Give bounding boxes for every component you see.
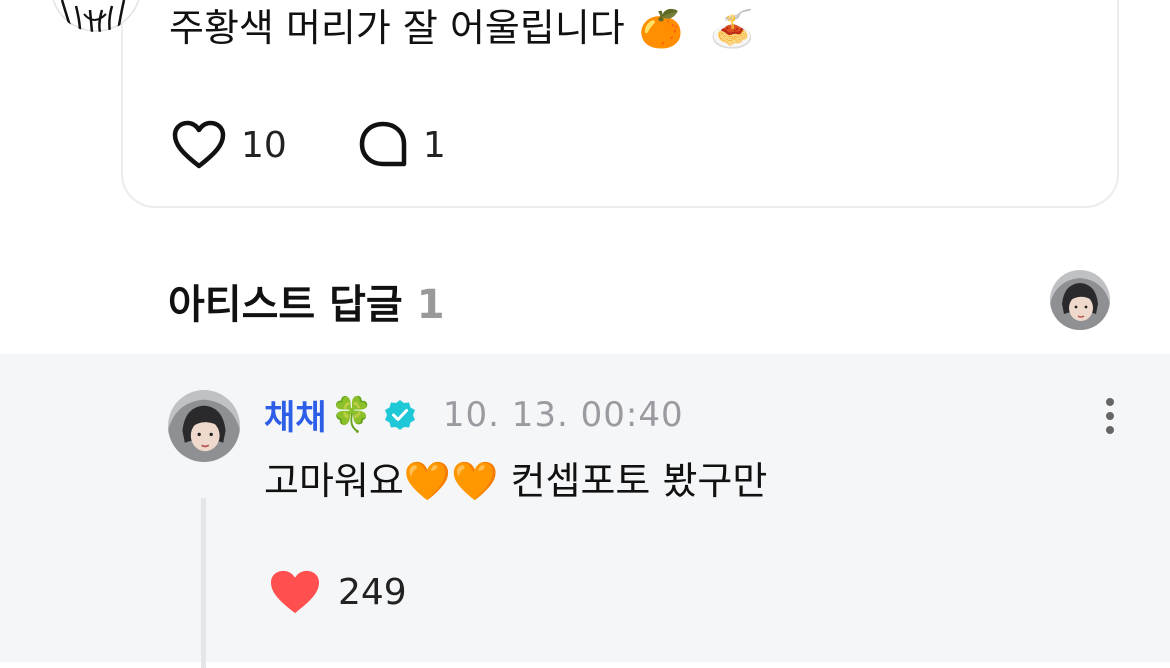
artist-avatar-small[interactable] (1050, 270, 1110, 330)
spaghetti-emoji: 🍝 (709, 9, 755, 50)
heart-filled-icon[interactable] (268, 568, 322, 616)
more-vertical-icon[interactable] (1100, 396, 1120, 436)
post-text-body: 주황색 머리가 잘 어울립니다 (169, 6, 625, 50)
post-like-count: 10 (241, 124, 287, 166)
reply-timestamp: 10. 13. 00:40 (442, 394, 684, 435)
post-actions: 10 1 (171, 120, 446, 170)
artist-reply-container: 채채 🍀 10. 13. 00:40 고마워요🧡🧡 컨셉포토 봤구만 249 (0, 354, 1170, 668)
reply-like-count: 249 (338, 571, 407, 613)
artist-replies-header: 아티스트 답글 1 (168, 272, 445, 330)
verified-badge-icon (384, 399, 415, 430)
post-comment-count: 1 (422, 124, 446, 166)
orange-emoji: 🍊 (638, 9, 684, 50)
post-card: 주황색 머리가 잘 어울립니다 🍊 🍝 10 1 (121, 0, 1119, 208)
heart-outline-icon (172, 120, 226, 169)
reply-meta: 채채 🍀 10. 13. 00:40 (264, 390, 684, 439)
post-like-button[interactable]: 10 (171, 120, 287, 170)
post-comment-button[interactable]: 1 (357, 120, 446, 170)
artist-replies-title: 아티스트 답글 (168, 282, 403, 328)
reply-actions: 249 (268, 568, 407, 616)
comment-bubble-icon (359, 121, 407, 167)
reply-author-avatar[interactable] (168, 390, 240, 462)
post-text: 주황색 머리가 잘 어울립니다 🍊 🍝 (169, 2, 754, 56)
thread-line (201, 498, 206, 668)
reply-text: 고마워요🧡🧡 컨셉포토 봤구만 (264, 459, 768, 503)
reply-author-name[interactable]: 채채 (264, 390, 327, 439)
artist-replies-count: 1 (416, 282, 445, 328)
clover-emoji: 🍀 (330, 394, 373, 435)
